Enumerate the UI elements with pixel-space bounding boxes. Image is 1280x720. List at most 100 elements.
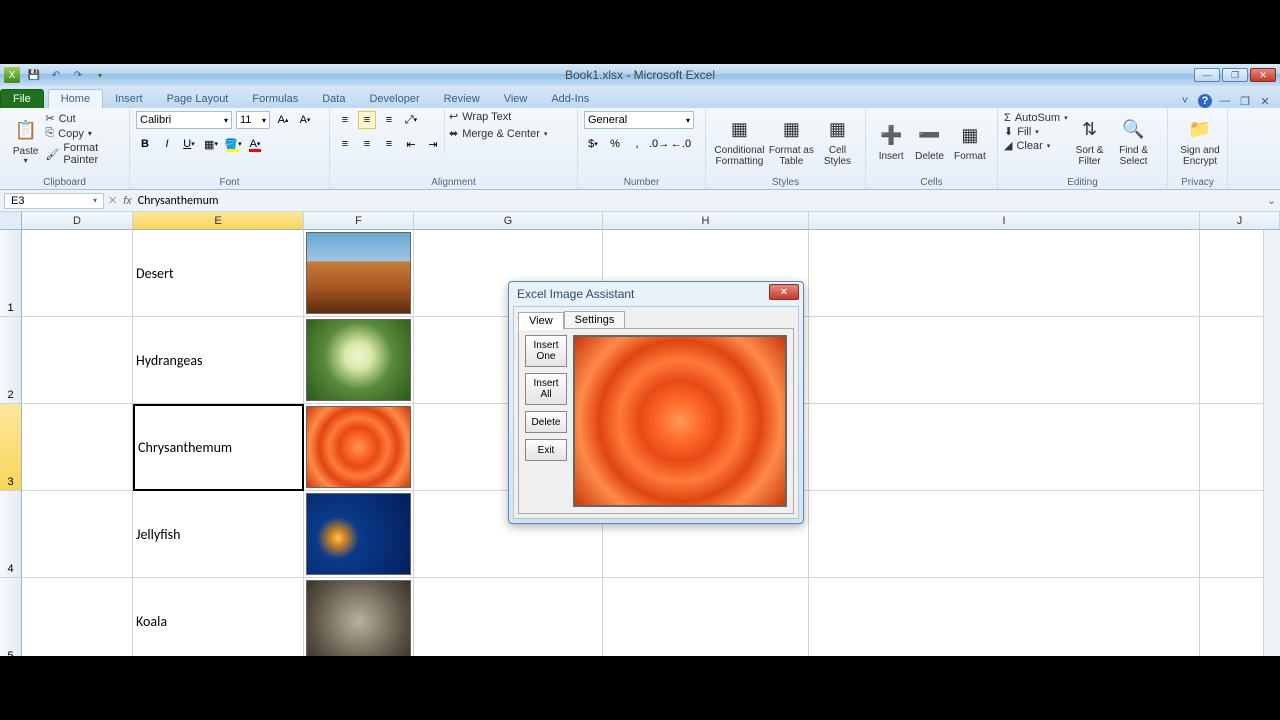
underline-button[interactable]: U▾ bbox=[180, 135, 198, 153]
cell-I1[interactable] bbox=[809, 230, 1200, 317]
font-size-select[interactable]: 11▾ bbox=[236, 111, 270, 129]
tab-formulas[interactable]: Formulas bbox=[240, 90, 310, 108]
format-cells-button[interactable]: ▦Format bbox=[949, 110, 991, 174]
border-button[interactable]: ▦▾ bbox=[202, 135, 220, 153]
cell-D2[interactable] bbox=[22, 317, 133, 404]
cell-I3[interactable] bbox=[809, 404, 1200, 491]
child-restore-icon[interactable]: ❐ bbox=[1238, 94, 1252, 108]
cell-F4[interactable] bbox=[304, 491, 414, 578]
sign-encrypt-button[interactable]: 📁Sign and Encrypt bbox=[1174, 110, 1226, 174]
cell-I4[interactable] bbox=[809, 491, 1200, 578]
cancel-formula-icon[interactable]: ✕ bbox=[108, 194, 117, 207]
increase-indent-icon[interactable]: ⇥ bbox=[424, 135, 442, 153]
column-header-E[interactable]: E bbox=[133, 212, 304, 229]
undo-icon[interactable]: ↶ bbox=[48, 67, 64, 83]
column-header-F[interactable]: F bbox=[304, 212, 414, 229]
tab-review[interactable]: Review bbox=[432, 90, 492, 108]
cell-D1[interactable] bbox=[22, 230, 133, 317]
column-header-G[interactable]: G bbox=[414, 212, 603, 229]
tab-page-layout[interactable]: Page Layout bbox=[155, 90, 241, 108]
insert-all-button[interactable]: Insert All bbox=[525, 373, 567, 405]
close-button[interactable]: ✕ bbox=[1250, 68, 1276, 82]
dialog-tab-settings[interactable]: Settings bbox=[564, 311, 626, 329]
insert-cells-button[interactable]: ➕Insert bbox=[872, 110, 910, 174]
percent-icon[interactable]: % bbox=[606, 135, 624, 153]
fill-color-button[interactable]: 🪣▾ bbox=[224, 135, 242, 153]
orientation-icon[interactable]: ⤢▾ bbox=[402, 111, 420, 129]
cell-G5[interactable] bbox=[414, 578, 603, 656]
minimize-ribbon-icon[interactable]: ˅ bbox=[1178, 94, 1192, 108]
cut-button[interactable]: ✂Cut bbox=[45, 112, 123, 125]
cell-D5[interactable] bbox=[22, 578, 133, 656]
thumbnail-koala[interactable] bbox=[306, 580, 411, 656]
align-bottom-icon[interactable]: ≡ bbox=[380, 111, 398, 129]
merge-center-button[interactable]: ⬌Merge & Center▾ bbox=[449, 127, 547, 140]
row-header-5[interactable]: 5 bbox=[0, 578, 21, 656]
grow-font-icon[interactable]: A▴ bbox=[274, 111, 292, 129]
sort-filter-button[interactable]: ⇅Sort & Filter bbox=[1068, 110, 1112, 174]
align-top-icon[interactable]: ≡ bbox=[336, 111, 354, 129]
format-painter-button[interactable]: 🖌Format Painter bbox=[45, 142, 123, 166]
cell-F5[interactable] bbox=[304, 578, 414, 656]
select-all-button[interactable] bbox=[0, 212, 22, 230]
row-header-4[interactable]: 4 bbox=[0, 491, 21, 578]
font-name-select[interactable]: Calibri▾ bbox=[136, 111, 232, 129]
dialog-close-button[interactable]: ✕ bbox=[769, 284, 799, 300]
column-header-H[interactable]: H bbox=[603, 212, 809, 229]
cell-H5[interactable] bbox=[603, 578, 809, 656]
accounting-icon[interactable]: $▾ bbox=[584, 135, 602, 153]
minimize-button[interactable]: — bbox=[1194, 68, 1220, 82]
cell-E4[interactable]: Jellyfish bbox=[133, 491, 304, 578]
cell-F1[interactable] bbox=[304, 230, 414, 317]
cell-F3[interactable] bbox=[304, 404, 414, 491]
tab-file[interactable]: File bbox=[0, 89, 44, 108]
row-header-1[interactable]: 1 bbox=[0, 230, 21, 317]
align-right-icon[interactable]: ≡ bbox=[380, 135, 398, 153]
vertical-scrollbar[interactable] bbox=[1263, 230, 1280, 656]
column-header-J[interactable]: J bbox=[1200, 212, 1280, 229]
tab-developer[interactable]: Developer bbox=[357, 90, 431, 108]
clear-button[interactable]: ◢Clear▾ bbox=[1004, 139, 1068, 152]
redo-icon[interactable]: ↷ bbox=[70, 67, 86, 83]
decrease-decimal-icon[interactable]: ←.0 bbox=[672, 135, 690, 153]
delete-cells-button[interactable]: ➖Delete bbox=[910, 110, 948, 174]
fx-icon[interactable]: fx bbox=[123, 195, 132, 207]
dialog-titlebar[interactable]: Excel Image Assistant ✕ bbox=[509, 282, 803, 306]
dialog-tab-view[interactable]: View bbox=[518, 312, 564, 330]
cell-F2[interactable] bbox=[304, 317, 414, 404]
copy-button[interactable]: ⎘Copy▾ bbox=[45, 127, 123, 140]
cell-I5[interactable] bbox=[809, 578, 1200, 656]
qat-dropdown-icon[interactable]: ▾ bbox=[92, 67, 108, 83]
format-as-table-button[interactable]: ▦Format as Table bbox=[767, 110, 816, 174]
expand-formula-icon[interactable]: ⌄ bbox=[1263, 194, 1280, 207]
bold-button[interactable]: B bbox=[136, 135, 154, 153]
tab-home[interactable]: Home bbox=[48, 89, 103, 109]
wrap-text-button[interactable]: ↩Wrap Text bbox=[449, 110, 547, 123]
number-format-select[interactable]: General▾ bbox=[584, 111, 694, 129]
cell-E5[interactable]: Koala bbox=[133, 578, 304, 656]
italic-button[interactable]: I bbox=[158, 135, 176, 153]
align-middle-icon[interactable]: ≡ bbox=[358, 111, 376, 129]
name-box[interactable]: E3▾ bbox=[4, 193, 104, 209]
align-center-icon[interactable]: ≡ bbox=[358, 135, 376, 153]
align-left-icon[interactable]: ≡ bbox=[336, 135, 354, 153]
autosum-button[interactable]: ΣAutoSum▾ bbox=[1004, 112, 1068, 124]
insert-one-button[interactable]: Insert One bbox=[525, 335, 567, 367]
thumbnail-hydrangeas[interactable] bbox=[306, 319, 411, 401]
tab-view[interactable]: View bbox=[492, 90, 540, 108]
cell-D3[interactable] bbox=[22, 404, 133, 491]
cell-E1[interactable]: Desert bbox=[133, 230, 304, 317]
font-color-button[interactable]: A▾ bbox=[246, 135, 264, 153]
column-header-D[interactable]: D bbox=[22, 212, 133, 229]
tab-addins[interactable]: Add-Ins bbox=[539, 90, 601, 108]
decrease-indent-icon[interactable]: ⇤ bbox=[402, 135, 420, 153]
cell-styles-button[interactable]: ▦Cell Styles bbox=[816, 110, 859, 174]
tab-data[interactable]: Data bbox=[310, 90, 357, 108]
maximize-button[interactable]: ❐ bbox=[1222, 68, 1248, 82]
cell-E3[interactable]: Chrysanthemum bbox=[133, 404, 304, 491]
shrink-font-icon[interactable]: A▾ bbox=[296, 111, 314, 129]
thumbnail-jellyfish[interactable] bbox=[306, 493, 411, 575]
child-close-icon[interactable]: ✕ bbox=[1258, 94, 1272, 108]
row-header-3[interactable]: 3 bbox=[0, 404, 21, 491]
cell-E2[interactable]: Hydrangeas bbox=[133, 317, 304, 404]
